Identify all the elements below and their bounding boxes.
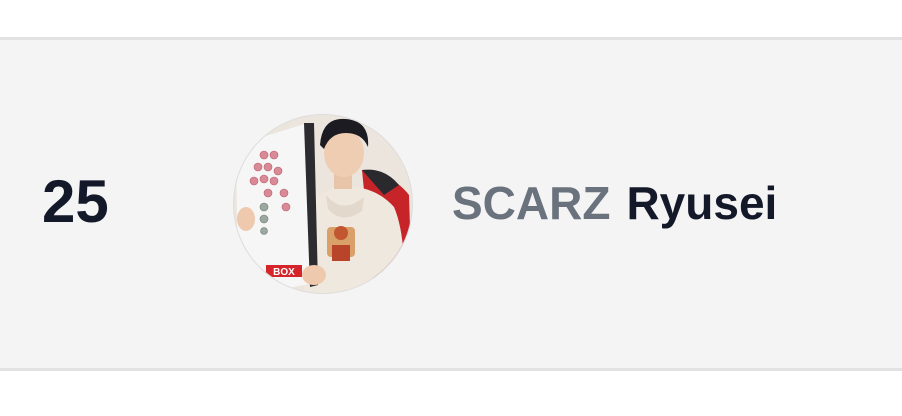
player-photo-avatar-icon: BOX bbox=[234, 115, 412, 293]
player-avatar[interactable]: BOX bbox=[234, 115, 412, 293]
player-handle: Ryusei bbox=[626, 177, 778, 229]
player-name[interactable]: SCARZ Ryusei bbox=[452, 180, 777, 226]
controller-logo-text: BOX bbox=[273, 267, 295, 278]
ranking-row[interactable]: 25 BOX SCARZ Ryusei bbox=[0, 37, 902, 371]
team-tag: SCARZ bbox=[452, 177, 611, 229]
ranking-page: 25 BOX SCARZ Ryusei bbox=[0, 0, 902, 416]
rank-number: 25 bbox=[42, 168, 109, 235]
